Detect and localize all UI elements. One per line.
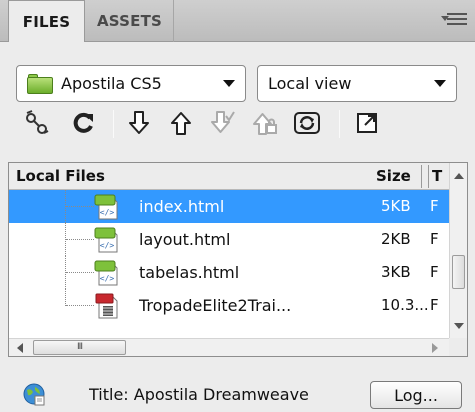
file-name: layout.html	[139, 230, 231, 249]
file-row-layout[interactable]: </> layout.html 2KB F	[9, 223, 450, 256]
svg-text:</>: </>	[100, 241, 115, 250]
chevron-down-icon	[434, 80, 446, 87]
video-file-icon	[93, 293, 121, 319]
file-type: F	[430, 197, 439, 215]
scroll-right-icon[interactable]	[432, 343, 438, 353]
file-size: 5KB	[381, 197, 411, 215]
html-file-icon: </>	[93, 194, 121, 220]
file-list-header: Local Files Size T	[9, 163, 450, 190]
file-row-index[interactable]: </> index.html 5KB F	[9, 190, 450, 223]
put-files-icon[interactable]	[164, 104, 198, 142]
local-files-list[interactable]: Local Files Size T </> index.html 5KB F	[8, 162, 468, 357]
file-size: 3KB	[381, 263, 411, 281]
refresh-icon[interactable]	[66, 104, 100, 142]
get-files-icon[interactable]	[122, 104, 156, 142]
status-bar: Title: Apostila Dreamweave Log...	[0, 375, 475, 412]
file-name: index.html	[139, 197, 225, 216]
column-header-size[interactable]: Size	[376, 167, 411, 185]
site-select[interactable]: Apostila CS5	[16, 65, 246, 102]
horizontal-scrollbar[interactable]: III	[9, 338, 450, 356]
file-type: F	[430, 296, 439, 314]
scroll-up-icon[interactable]	[454, 173, 464, 179]
panel-tab-bar: FILES ASSETS	[0, 0, 475, 43]
file-size: 2KB	[381, 230, 411, 248]
files-toolbar	[0, 104, 475, 144]
file-type: F	[430, 230, 439, 248]
column-header-local-files[interactable]: Local Files	[16, 167, 105, 185]
file-type: F	[430, 263, 439, 281]
panel-options-menu-icon[interactable]	[441, 13, 467, 29]
file-row-tabelas[interactable]: </> tabelas.html 3KB F	[9, 256, 450, 289]
scroll-down-icon[interactable]	[454, 323, 464, 329]
files-panel: FILES ASSETS Apostila CS5 Local view Loc…	[0, 0, 475, 412]
check-out-icon[interactable]	[206, 104, 240, 142]
scrollbar-corner	[449, 338, 467, 356]
site-select-value: Apostila CS5	[61, 74, 162, 93]
svg-text:</>: </>	[100, 208, 115, 217]
view-select-value: Local view	[268, 74, 352, 93]
html-file-icon: </>	[93, 227, 121, 253]
expand-panel-icon[interactable]	[350, 104, 384, 142]
folder-icon	[27, 73, 53, 94]
tab-assets[interactable]: ASSETS	[86, 0, 174, 42]
site-title-text: Title: Apostila Dreamweave	[89, 385, 309, 404]
svg-text:</>: </>	[100, 274, 115, 283]
log-button[interactable]: Log...	[370, 381, 462, 409]
check-in-icon[interactable]	[248, 104, 282, 142]
horizontal-scroll-thumb[interactable]: III	[33, 340, 126, 355]
panel-body: Apostila CS5 Local view Local Files Size…	[0, 42, 475, 412]
site-globe-icon	[22, 382, 46, 406]
column-header-type[interactable]: T	[432, 167, 444, 185]
view-select[interactable]: Local view	[257, 65, 457, 102]
connect-icon[interactable]	[20, 104, 54, 142]
synchronize-icon[interactable]	[290, 104, 324, 142]
vertical-scrollbar[interactable]	[449, 163, 467, 339]
tab-files[interactable]: FILES	[8, 0, 85, 43]
file-name: tabelas.html	[139, 263, 240, 282]
scroll-left-icon[interactable]	[17, 343, 23, 353]
file-size: 10.3...	[381, 296, 429, 314]
file-name: TropadeElite2Trai...	[139, 296, 292, 315]
html-file-icon: </>	[93, 260, 121, 286]
vertical-scroll-thumb[interactable]	[452, 255, 465, 289]
chevron-down-icon	[223, 80, 235, 87]
file-row-tropadeelite[interactable]: TropadeElite2Trai... 10.3... F	[9, 289, 450, 322]
